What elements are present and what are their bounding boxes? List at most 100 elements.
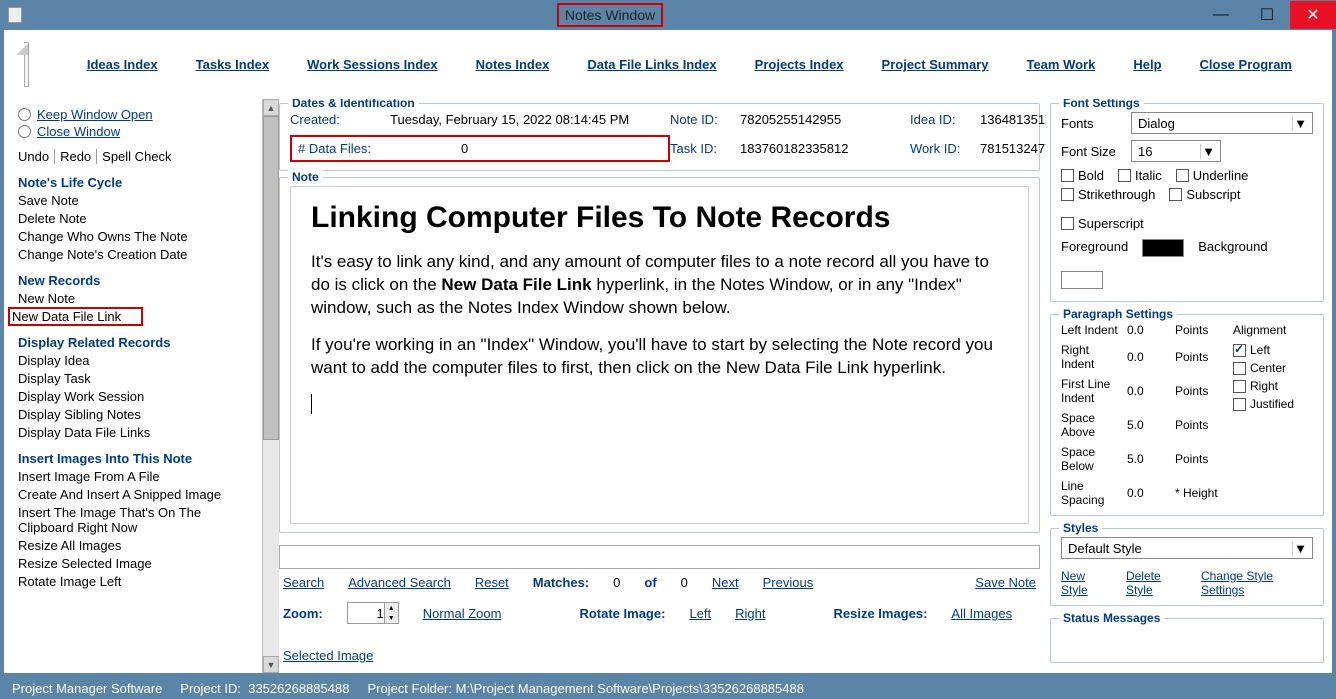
note-legend: Note (288, 170, 323, 184)
previous-link[interactable]: Previous (763, 575, 814, 590)
search-input[interactable] (279, 545, 1040, 569)
spinner-up-icon[interactable]: ▲ (384, 603, 398, 613)
selected-image-link[interactable]: Selected Image (283, 648, 373, 663)
background-color-swatch[interactable] (1061, 271, 1103, 289)
undo-link[interactable]: Undo (18, 149, 55, 164)
fonts-value: Dialog (1138, 116, 1175, 131)
insert-clipboard-image-link[interactable]: Insert The Image That's On The Clipboard… (18, 505, 252, 535)
advanced-search-link[interactable]: Advanced Search (348, 575, 451, 590)
zoom-spinner[interactable]: 1▲▼ (347, 602, 399, 624)
dropdown-arrow-icon: ▼ (1292, 116, 1308, 131)
note-editor[interactable]: Linking Computer Files To Note Records I… (290, 186, 1029, 524)
display-task-link[interactable]: Display Task (18, 371, 252, 386)
spell-check-link[interactable]: Spell Check (97, 149, 176, 164)
save-note-link[interactable]: Save Note (18, 193, 252, 208)
delete-style-link[interactable]: Delete Style (1126, 569, 1187, 597)
foreground-color-swatch[interactable] (1142, 239, 1184, 257)
next-link[interactable]: Next (712, 575, 739, 590)
font-size-select[interactable]: 16▼ (1131, 140, 1221, 162)
align-right-checkbox[interactable] (1233, 380, 1246, 393)
change-owner-link[interactable]: Change Who Owns The Note (18, 229, 252, 244)
note-p1b: New Data File Link (441, 275, 591, 294)
display-data-file-links-link[interactable]: Display Data File Links (18, 425, 252, 440)
space-below-label: Space Below (1061, 445, 1119, 473)
change-date-link[interactable]: Change Note's Creation Date (18, 247, 252, 262)
search-link[interactable]: Search (283, 575, 324, 590)
menu-data-file-links-index[interactable]: Data File Links Index (587, 57, 716, 72)
menu-work-sessions-index[interactable]: Work Sessions Index (307, 57, 438, 72)
keep-window-open-label[interactable]: Keep Window Open (37, 107, 153, 122)
subscript-checkbox[interactable] (1169, 188, 1182, 201)
points-label: Points (1175, 350, 1225, 364)
new-style-link[interactable]: New Style (1061, 569, 1112, 597)
new-records-header: New Records (18, 273, 252, 288)
zoom-label: Zoom: (283, 606, 323, 621)
font-settings-legend: Font Settings (1059, 99, 1144, 110)
save-note-link[interactable]: Save Note (975, 575, 1036, 590)
scroll-down-arrow-icon[interactable]: ▼ (263, 656, 279, 673)
points-label: Points (1175, 418, 1225, 432)
menu-help[interactable]: Help (1133, 57, 1161, 72)
styles-select[interactable]: Default Style▼ (1061, 537, 1313, 559)
create-snipped-image-link[interactable]: Create And Insert A Snipped Image (18, 487, 252, 502)
dropdown-arrow-icon: ▼ (1200, 144, 1216, 159)
spinner-down-icon[interactable]: ▼ (384, 613, 398, 623)
rotate-image-left-link[interactable]: Rotate Image Left (18, 574, 252, 589)
insert-image-from-file-link[interactable]: Insert Image From A File (18, 469, 252, 484)
underline-checkbox[interactable] (1176, 169, 1189, 182)
keep-window-open-radio[interactable] (18, 108, 31, 121)
minimize-button[interactable]: — (1198, 1, 1244, 29)
rotate-right-link[interactable]: Right (735, 606, 765, 621)
scroll-up-arrow-icon[interactable]: ▲ (263, 99, 279, 116)
new-note-link[interactable]: New Note (18, 291, 252, 306)
bold-checkbox[interactable] (1061, 169, 1074, 182)
menu-tasks-index[interactable]: Tasks Index (196, 57, 269, 72)
strikethrough-checkbox[interactable] (1061, 188, 1074, 201)
menu-ideas-index[interactable]: Ideas Index (87, 57, 158, 72)
insert-images-header: Insert Images Into This Note (18, 451, 252, 466)
dropdown-arrow-icon: ▼ (1292, 541, 1308, 556)
close-window-label[interactable]: Close Window (37, 124, 120, 139)
resize-selected-image-link[interactable]: Resize Selected Image (18, 556, 252, 571)
space-below-value: 5.0 (1127, 452, 1167, 466)
delete-note-link[interactable]: Delete Note (18, 211, 252, 226)
menu-close-program[interactable]: Close Program (1200, 57, 1292, 72)
display-work-session-link[interactable]: Display Work Session (18, 389, 252, 404)
maximize-button[interactable]: ☐ (1244, 1, 1290, 29)
data-files-label: # Data Files: (298, 141, 371, 156)
dates-legend: Dates & Identification (288, 99, 419, 110)
idea-id-label: Idea ID: (910, 112, 980, 127)
rotate-image-label: Rotate Image: (579, 606, 665, 621)
new-data-file-link[interactable]: New Data File Link (12, 309, 121, 324)
note-id-label: Note ID: (670, 112, 740, 127)
redo-link[interactable]: Redo (55, 149, 97, 164)
display-sibling-notes-link[interactable]: Display Sibling Notes (18, 407, 252, 422)
menu-projects-index[interactable]: Projects Index (755, 57, 844, 72)
idea-id-value: 136481351747371 (980, 112, 1046, 127)
rotate-left-link[interactable]: Left (689, 606, 711, 621)
superscript-checkbox[interactable] (1061, 217, 1074, 230)
alignment-label: Alignment (1233, 323, 1313, 337)
italic-checkbox[interactable] (1118, 169, 1131, 182)
change-style-settings-link[interactable]: Change Style Settings (1201, 569, 1313, 597)
scroll-thumb[interactable] (263, 116, 279, 440)
reset-link[interactable]: Reset (475, 575, 509, 590)
sidebar-scrollbar[interactable]: ▲ ▼ (262, 99, 279, 673)
matches-value: 0 (613, 575, 620, 590)
align-center-checkbox[interactable] (1233, 362, 1246, 375)
align-center-label: Center (1250, 361, 1286, 375)
close-window-radio[interactable] (18, 125, 31, 138)
window-title: Notes Window (557, 3, 663, 27)
display-idea-link[interactable]: Display Idea (18, 353, 252, 368)
foreground-label: Foreground (1061, 239, 1128, 257)
menu-project-summary[interactable]: Project Summary (882, 57, 989, 72)
align-left-checkbox[interactable] (1233, 344, 1246, 357)
resize-all-images-link[interactable]: Resize All Images (18, 538, 252, 553)
normal-zoom-link[interactable]: Normal Zoom (423, 606, 502, 621)
menu-team-work[interactable]: Team Work (1026, 57, 1095, 72)
menu-notes-index[interactable]: Notes Index (476, 57, 550, 72)
all-images-link[interactable]: All Images (951, 606, 1012, 621)
align-justified-checkbox[interactable] (1233, 398, 1246, 411)
fonts-select[interactable]: Dialog ▼ (1131, 112, 1313, 134)
close-button[interactable]: ✕ (1290, 1, 1336, 29)
